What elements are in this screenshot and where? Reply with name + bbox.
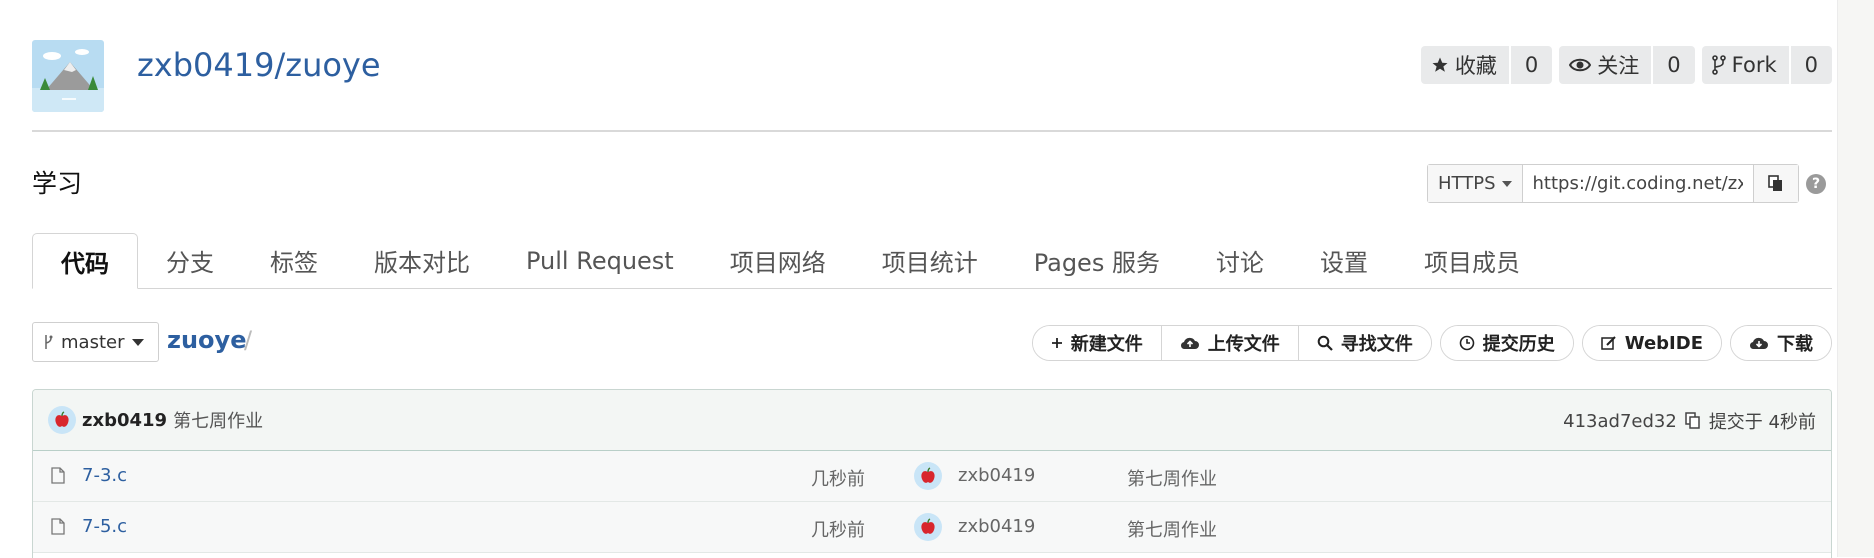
- repo-description: 学习: [32, 169, 83, 198]
- star-button[interactable]: 收藏: [1421, 46, 1509, 84]
- tab-settings[interactable]: 设置: [1292, 233, 1396, 288]
- chevron-down-icon: [1501, 180, 1512, 187]
- star-counter: 收藏 0: [1420, 46, 1553, 84]
- webide-label: WebIDE: [1624, 332, 1703, 354]
- avatar[interactable]: [914, 513, 942, 541]
- find-file-button[interactable]: 寻找文件: [1297, 326, 1431, 360]
- avatar[interactable]: [48, 406, 76, 434]
- watch-label: 关注: [1597, 54, 1640, 78]
- branch-selector[interactable]: master: [32, 322, 160, 362]
- find-file-label: 寻找文件: [1340, 334, 1413, 355]
- file-icon: [51, 467, 65, 484]
- repo-tabs: 代码 分支 标签 版本对比 Pull Request 项目网络 项目统计 Pag…: [32, 233, 1832, 289]
- commit-time: 提交于 4秒前: [1708, 412, 1816, 433]
- copy-icon[interactable]: [1685, 412, 1701, 430]
- file-name-link[interactable]: 7-3.c: [82, 465, 127, 486]
- tab-compare[interactable]: 版本对比: [346, 233, 498, 288]
- watch-button[interactable]: 关注: [1559, 46, 1651, 84]
- path-root-link[interactable]: zuoye: [167, 326, 246, 354]
- table-row[interactable]: 7-3.c 几秒前 zxb0419 第七周作业: [33, 451, 1831, 502]
- tab-members[interactable]: 项目成员: [1396, 233, 1548, 288]
- table-row[interactable]: 7-5.c 几秒前 zxb0419 第七周作业: [33, 502, 1831, 553]
- repo-avatar[interactable]: [32, 40, 104, 112]
- file-icon: [51, 518, 65, 535]
- file-commit-message[interactable]: 第七周作业: [1127, 516, 1217, 542]
- commit-hash[interactable]: 413ad7ed32: [1563, 411, 1677, 432]
- tab-network[interactable]: 项目网络: [702, 233, 854, 288]
- latest-commit-bar: zxb0419 第七周作业 413ad7ed32 提交于 4秒前: [33, 390, 1831, 451]
- tab-pull-request[interactable]: Pull Request: [498, 233, 702, 288]
- commit-author[interactable]: zxb0419: [82, 410, 167, 431]
- clone-url-box: HTTPS: [1427, 164, 1799, 203]
- download-group: 下载: [1730, 325, 1832, 361]
- edit-icon: [1601, 335, 1617, 351]
- file-time: 几秒前: [811, 469, 865, 490]
- fork-counter: Fork 0: [1701, 46, 1832, 84]
- file-commit-message[interactable]: 第七周作业: [1127, 465, 1217, 491]
- star-icon: [1431, 56, 1449, 74]
- chevron-down-icon: [132, 338, 145, 346]
- path-separator: /: [244, 326, 253, 354]
- fork-label: Fork: [1731, 53, 1777, 77]
- history-group: 提交历史: [1439, 325, 1574, 361]
- commit-meta: 413ad7ed32 提交于 4秒前: [1563, 408, 1816, 434]
- repo-title-link[interactable]: zxb0419/zuoye: [137, 46, 381, 84]
- file-name-link[interactable]: 7-5.c: [82, 516, 127, 537]
- help-icon[interactable]: ?: [1806, 174, 1826, 194]
- file-time: 几秒前: [811, 520, 865, 541]
- tab-stats[interactable]: 项目统计: [854, 233, 1006, 288]
- fork-icon: [1711, 55, 1726, 75]
- watch-counter: 关注 0: [1559, 46, 1695, 84]
- copy-url-button[interactable]: [1752, 165, 1798, 202]
- history-button[interactable]: 提交历史: [1440, 326, 1573, 360]
- eye-icon: [1569, 57, 1592, 73]
- avatar[interactable]: [914, 462, 942, 490]
- commit-message[interactable]: 第七周作业: [173, 407, 263, 433]
- protocol-label: HTTPS: [1438, 173, 1496, 194]
- plus-icon: [1051, 337, 1063, 349]
- star-label: 收藏: [1454, 54, 1497, 78]
- copy-icon: [1767, 174, 1784, 193]
- webide-group: WebIDE: [1581, 325, 1722, 361]
- tab-pages[interactable]: Pages 服务: [1006, 233, 1188, 288]
- file-list: zxb0419 第七周作业 413ad7ed32 提交于 4秒前 7-3.c 几…: [32, 389, 1832, 558]
- download-label: 下载: [1777, 334, 1813, 355]
- fork-button[interactable]: Fork: [1702, 46, 1789, 84]
- page-right-gutter: [1837, 0, 1874, 557]
- tab-tags[interactable]: 标签: [242, 233, 346, 288]
- file-commit-author[interactable]: zxb0419: [958, 516, 1035, 537]
- cloud-download-icon: [1749, 335, 1769, 351]
- upload-file-button[interactable]: 上传文件: [1160, 326, 1298, 360]
- history-label: 提交历史: [1482, 334, 1555, 355]
- repo-header: zxb0419/zuoye 收藏 0 关注 0 Fork 0: [32, 40, 1832, 132]
- watch-count[interactable]: 0: [1651, 46, 1694, 84]
- file-actions: 新建文件 上传文件 寻找文件 提交历史 WebIDE 下载: [1031, 325, 1832, 361]
- fork-count[interactable]: 0: [1788, 46, 1832, 84]
- search-icon: [1317, 335, 1333, 351]
- file-commit-author[interactable]: zxb0419: [958, 465, 1035, 486]
- download-button[interactable]: 下载: [1731, 326, 1831, 360]
- tab-code[interactable]: 代码: [32, 233, 138, 289]
- new-file-button[interactable]: 新建文件: [1032, 326, 1161, 360]
- clone-url-input[interactable]: [1522, 165, 1753, 202]
- webide-button[interactable]: WebIDE: [1582, 326, 1721, 360]
- latest-commit-info: zxb0419 第七周作业: [48, 406, 263, 434]
- tab-branches[interactable]: 分支: [138, 233, 242, 288]
- clock-icon: [1459, 335, 1475, 351]
- branch-icon: [43, 334, 53, 350]
- protocol-dropdown[interactable]: HTTPS: [1428, 165, 1523, 202]
- file-ops-group: 新建文件 上传文件 寻找文件: [1031, 325, 1432, 361]
- repo-counters: 收藏 0 关注 0 Fork 0: [1420, 46, 1832, 84]
- new-file-label: 新建文件: [1070, 334, 1143, 355]
- upload-file-label: 上传文件: [1207, 334, 1280, 355]
- branch-name: master: [61, 331, 125, 353]
- tab-discussion[interactable]: 讨论: [1188, 233, 1292, 288]
- cloud-upload-icon: [1180, 335, 1200, 351]
- star-count[interactable]: 0: [1508, 46, 1552, 84]
